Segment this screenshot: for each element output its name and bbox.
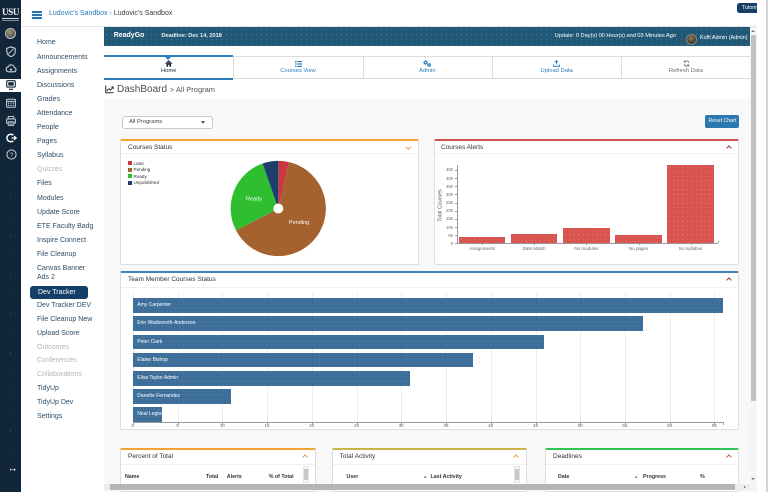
svg-text:Ready: Ready bbox=[246, 197, 262, 203]
svg-text:Pending: Pending bbox=[289, 220, 309, 226]
svg-text:?: ? bbox=[9, 151, 13, 158]
